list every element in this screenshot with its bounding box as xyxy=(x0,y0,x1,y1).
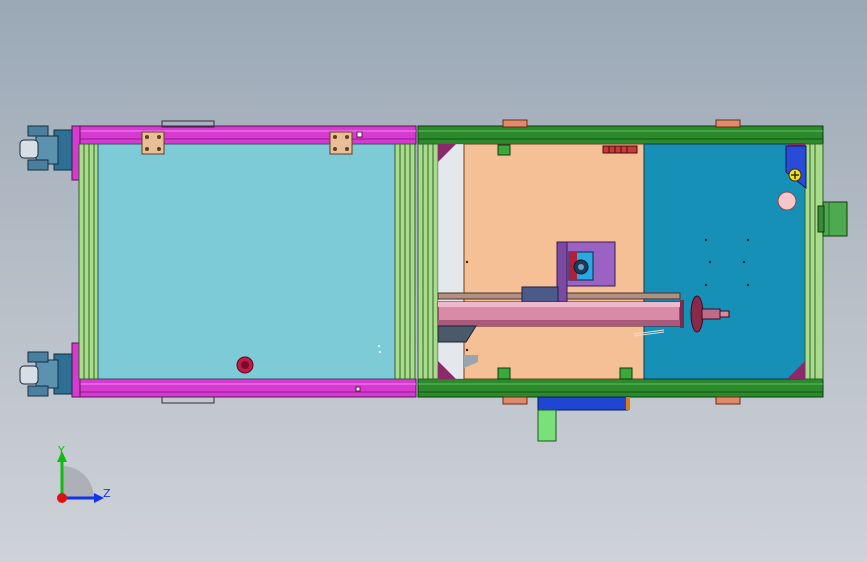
green-block xyxy=(537,409,557,442)
right-bottom-rail xyxy=(417,378,824,398)
latch-bottom xyxy=(161,396,215,404)
cad-top-view: Y Z xyxy=(19,119,848,503)
left-top-rail xyxy=(75,125,417,145)
view-triad: Y Z xyxy=(57,444,111,503)
knob xyxy=(236,356,254,374)
mid-panel xyxy=(463,143,645,380)
right-module xyxy=(417,119,848,442)
end-motor xyxy=(817,201,848,237)
right-top-rail xyxy=(417,125,824,145)
caster-top xyxy=(19,125,73,171)
left-module xyxy=(71,120,417,404)
caster-bottom xyxy=(19,351,73,397)
x-axis-dot xyxy=(57,493,67,503)
blue-plate xyxy=(537,396,629,411)
left-bottom-rail xyxy=(75,378,417,398)
hinge-left-2 xyxy=(329,131,353,155)
z-axis-label: Z xyxy=(103,487,111,500)
left-panel xyxy=(97,143,396,380)
right-panel xyxy=(643,143,807,380)
hinge-left-1 xyxy=(141,131,165,155)
y-axis-label: Y xyxy=(57,444,65,457)
